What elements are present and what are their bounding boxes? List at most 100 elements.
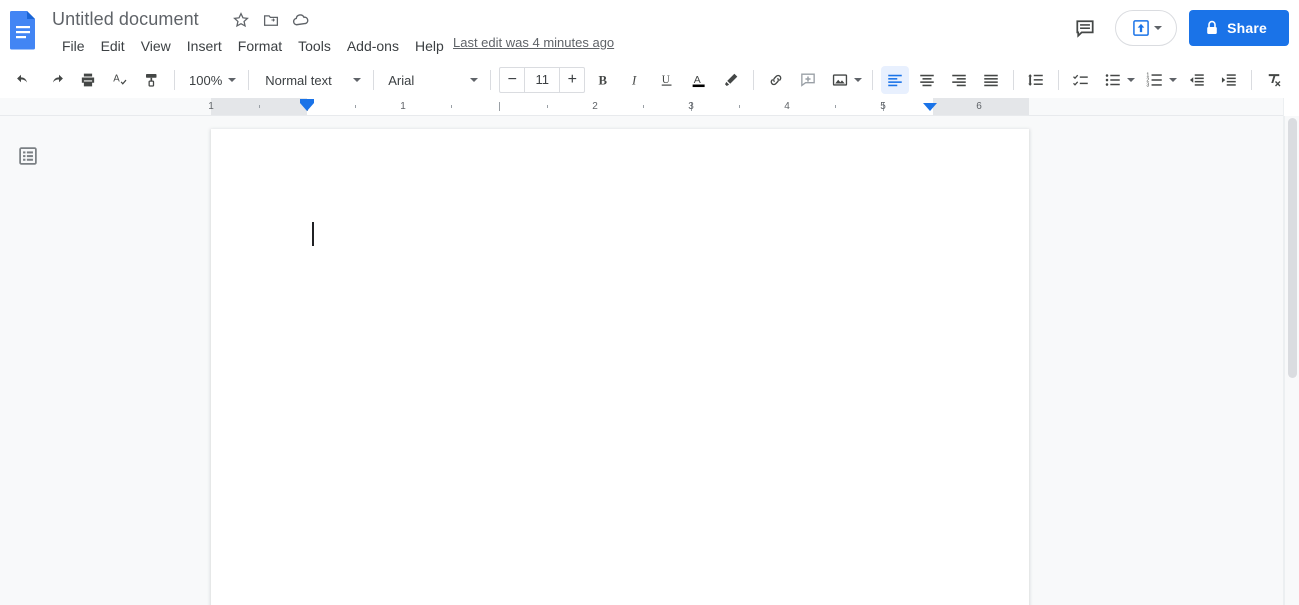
chevron-down-icon[interactable] (1153, 26, 1162, 30)
decrease-indent-icon[interactable] (1183, 66, 1211, 94)
paint-format-icon[interactable] (138, 66, 166, 94)
share-button[interactable]: Share (1189, 10, 1289, 46)
cloud-saved-icon[interactable] (290, 9, 312, 31)
insert-link-icon[interactable] (762, 66, 790, 94)
chevron-down-icon (470, 78, 479, 82)
present-upload-icon (1132, 20, 1149, 36)
scrollbar-thumb[interactable] (1288, 118, 1297, 378)
toolbar-divider (753, 70, 755, 90)
toolbar-divider (872, 70, 874, 90)
text-color-button[interactable]: A (685, 66, 713, 94)
toolbar-divider (248, 70, 250, 90)
menu-item-tools[interactable]: Tools (290, 34, 339, 58)
ruler-major-tick (499, 102, 500, 111)
underline-button[interactable]: U (653, 66, 681, 94)
menu-item-help[interactable]: Help (407, 34, 452, 58)
toolbar-divider (1013, 70, 1015, 90)
app-header: Untitled document File Edit View Insert … (0, 0, 1299, 62)
formatting-toolbar: A 100% Normal text Arial − 11 + B I U A … (0, 62, 1299, 98)
toolbar-divider (174, 70, 175, 90)
zoom-selector[interactable]: 100% (181, 66, 242, 94)
bold-button[interactable]: B (589, 66, 617, 94)
ruler-number: 4 (784, 101, 790, 112)
menu-item-file[interactable]: File (54, 34, 93, 58)
align-justify-icon[interactable] (977, 66, 1005, 94)
ruler-tick (355, 105, 356, 108)
bulleted-list-icon[interactable] (1099, 66, 1127, 94)
menu-item-view[interactable]: View (133, 34, 179, 58)
google-docs-app: Untitled document File Edit View Insert … (0, 0, 1299, 605)
ruler-number: 1 (400, 101, 406, 112)
undo-icon[interactable] (10, 66, 38, 94)
move-to-folder-icon[interactable] (260, 9, 282, 31)
lock-icon (1207, 20, 1217, 34)
menu-bar: File Edit View Insert Format Tools Add-o… (54, 34, 452, 58)
highlight-pen-icon[interactable] (717, 66, 745, 94)
svg-text:3: 3 (1147, 83, 1150, 89)
spellcheck-icon[interactable]: A (106, 66, 134, 94)
left-indent-marker[interactable] (300, 103, 314, 111)
ruler-number: 1 (208, 101, 214, 112)
font-size-increase-button[interactable]: + (560, 68, 584, 92)
last-edit-status[interactable]: Last edit was 4 minutes ago (453, 35, 614, 50)
paragraph-style-selector[interactable]: Normal text (255, 66, 367, 94)
ruler-tick (259, 105, 260, 108)
svg-text:B: B (599, 74, 608, 88)
toolbar-divider (1058, 70, 1060, 90)
document-workspace (0, 116, 1284, 605)
comment-history-icon[interactable] (1067, 10, 1103, 46)
menu-item-edit[interactable]: Edit (93, 34, 133, 58)
star-icon[interactable] (230, 9, 252, 31)
menu-item-format[interactable]: Format (230, 34, 290, 58)
numbered-list-icon[interactable]: 1 2 3 (1141, 66, 1169, 94)
document-title-block[interactable]: Untitled document (52, 6, 199, 32)
insert-image-icon[interactable] (826, 66, 854, 94)
svg-text:A: A (694, 74, 701, 86)
add-comment-icon[interactable] (794, 66, 822, 94)
checklist-icon[interactable] (1067, 66, 1095, 94)
toolbar-divider (490, 70, 492, 90)
font-size-input[interactable]: 11 (524, 68, 561, 92)
italic-button[interactable]: I (621, 66, 649, 94)
ruler-tick (547, 105, 548, 108)
chevron-down-icon[interactable] (1127, 78, 1136, 82)
align-left-icon[interactable] (881, 66, 910, 94)
bulleted-list-button[interactable] (1097, 66, 1139, 94)
ruler-tick (643, 105, 644, 108)
chevron-down-icon[interactable] (1169, 78, 1178, 82)
chevron-down-icon (228, 78, 237, 82)
print-icon[interactable] (74, 66, 102, 94)
menu-item-insert[interactable]: Insert (179, 34, 230, 58)
menu-item-add-ons[interactable]: Add-ons (339, 34, 407, 58)
right-indent-marker[interactable] (923, 103, 937, 111)
paragraph-style-value: Normal text (265, 72, 332, 88)
numbered-list-button[interactable]: 1 2 3 (1139, 66, 1181, 94)
insert-image-button[interactable] (824, 66, 866, 94)
font-family-value: Arial (388, 72, 415, 88)
line-spacing-icon[interactable] (1022, 66, 1050, 94)
svg-text:U: U (662, 74, 670, 86)
redo-icon[interactable] (42, 66, 70, 94)
align-center-icon[interactable] (913, 66, 941, 94)
vertical-scrollbar[interactable] (1284, 116, 1299, 605)
clear-formatting-icon[interactable] (1260, 66, 1288, 94)
title-action-icons (230, 9, 312, 31)
header-actions: Share (1067, 10, 1289, 46)
increase-indent-icon[interactable] (1215, 66, 1243, 94)
document-page[interactable] (211, 129, 1029, 605)
present-button[interactable] (1115, 10, 1178, 46)
docs-logo-icon[interactable] (8, 10, 38, 50)
page-title[interactable]: Untitled document (52, 6, 199, 32)
text-cursor (312, 222, 314, 246)
ruler-tick (451, 105, 452, 108)
font-family-selector[interactable]: Arial (380, 66, 484, 94)
chevron-down-icon (353, 78, 362, 82)
ruler-number: 5 (880, 101, 886, 112)
font-size-stepper: − 11 + (499, 67, 586, 93)
align-right-icon[interactable] (945, 66, 973, 94)
ruler-number: 2 (592, 101, 598, 112)
font-size-decrease-button[interactable]: − (500, 68, 524, 92)
document-ruler[interactable]: 1 1 2 3 4 5 6 (0, 98, 1284, 116)
chevron-down-icon[interactable] (854, 78, 863, 82)
document-outline-icon[interactable] (14, 142, 42, 170)
